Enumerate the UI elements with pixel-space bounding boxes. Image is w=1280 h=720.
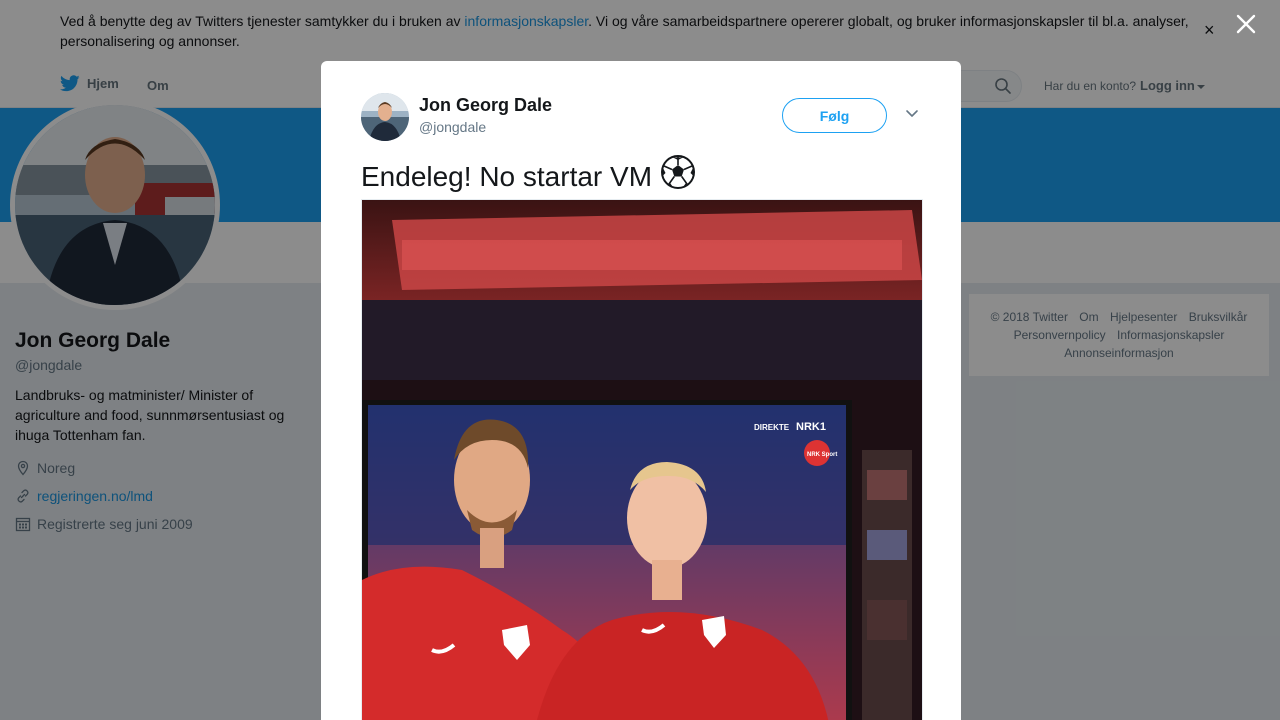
tv-channel-label: DIREKTE bbox=[754, 423, 790, 432]
tweet-author-handle[interactable]: @jongdale bbox=[419, 119, 486, 135]
follow-button[interactable]: Følg bbox=[782, 98, 887, 133]
tweet-modal: Jon Georg Dale @jongdale Følg Endeleg! N… bbox=[321, 61, 961, 720]
tweet-author-name[interactable]: Jon Georg Dale bbox=[419, 95, 552, 116]
chevron-down-icon[interactable] bbox=[905, 109, 919, 119]
close-icon[interactable] bbox=[1234, 12, 1258, 36]
tweet-author-avatar[interactable] bbox=[361, 93, 409, 141]
tv-badge: NRK Sport bbox=[807, 452, 837, 458]
tweet-text-body: Endeleg! No startar VM bbox=[361, 160, 653, 192]
tweet-photo[interactable]: DIREKTE NRK1 NRK Sport bbox=[361, 199, 923, 720]
soccer-ball-icon bbox=[660, 154, 696, 199]
tweet-text: Endeleg! No startar VM bbox=[361, 154, 696, 199]
tv-logo: NRK1 bbox=[796, 421, 826, 433]
